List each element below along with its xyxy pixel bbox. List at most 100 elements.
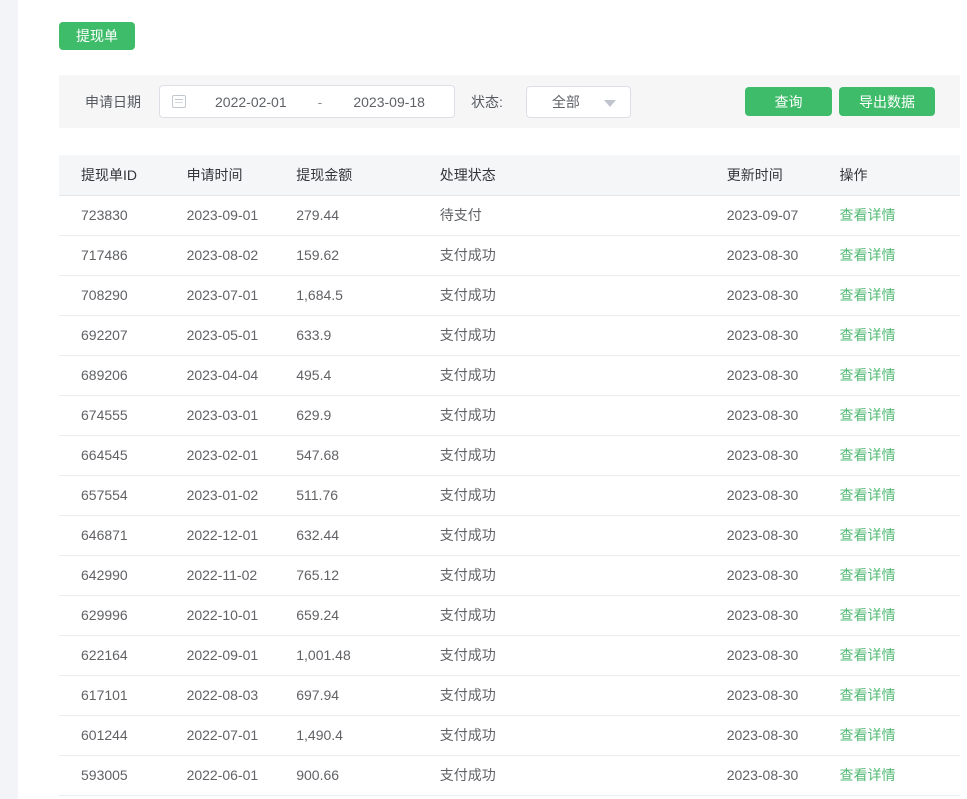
update-time-cell: 2023-08-30 — [705, 395, 818, 435]
table-row: 6299962022-10-01659.24支付成功2023-08-30查看详情 — [59, 595, 960, 635]
update-time-cell: 2023-08-30 — [705, 435, 818, 475]
withdraw-id-cell: 622164 — [59, 635, 165, 675]
table-row: 6892062023-04-04495.4支付成功2023-08-30查看详情 — [59, 355, 960, 395]
status-cell: 支付成功 — [418, 515, 705, 555]
apply-time-cell: 2023-05-01 — [165, 315, 275, 355]
apply-time-cell: 2023-02-01 — [165, 435, 275, 475]
withdraw-id-cell: 629996 — [59, 595, 165, 635]
table-body: 7238302023-09-01279.44待支付2023-09-07查看详情7… — [59, 195, 960, 795]
view-details-link[interactable]: 查看详情 — [839, 687, 895, 703]
query-button[interactable]: 查询 — [745, 87, 832, 116]
amount-cell: 279.44 — [274, 195, 418, 235]
status-cell: 支付成功 — [418, 395, 705, 435]
view-details-link[interactable]: 查看详情 — [839, 767, 895, 783]
table-row: 6468712022-12-01632.44支付成功2023-08-30查看详情 — [59, 515, 960, 555]
amount-cell: 547.68 — [274, 435, 418, 475]
amount-cell: 632.44 — [274, 515, 418, 555]
withdraw-id-cell: 646871 — [59, 515, 165, 555]
date-range-picker[interactable]: 2022-02-01 - 2023-09-18 — [159, 85, 455, 118]
table-row: 7238302023-09-01279.44待支付2023-09-07查看详情 — [59, 195, 960, 235]
view-details-link[interactable]: 查看详情 — [839, 207, 895, 223]
apply-time-cell: 2022-09-01 — [165, 635, 275, 675]
update-time-cell: 2023-09-07 — [705, 195, 818, 235]
apply-time-cell: 2023-08-02 — [165, 235, 275, 275]
view-details-link[interactable]: 查看详情 — [839, 327, 895, 343]
status-cell: 支付成功 — [418, 675, 705, 715]
view-details-link[interactable]: 查看详情 — [839, 367, 895, 383]
withdraw-id-cell: 601244 — [59, 715, 165, 755]
status-selected-value: 全部 — [527, 92, 580, 112]
table-row: 6171012022-08-03697.94支付成功2023-08-30查看详情 — [59, 675, 960, 715]
amount-cell: 159.62 — [274, 235, 418, 275]
table-row: 6012442022-07-011,490.4支付成功2023-08-30查看详… — [59, 715, 960, 755]
update-time-cell: 2023-08-30 — [705, 635, 818, 675]
view-details-link[interactable]: 查看详情 — [839, 487, 895, 503]
status-cell: 支付成功 — [418, 595, 705, 635]
withdraw-id-cell: 657554 — [59, 475, 165, 515]
withdraw-id-cell: 717486 — [59, 235, 165, 275]
calendar-icon — [172, 95, 186, 108]
amount-cell: 1,001.48 — [274, 635, 418, 675]
action-cell: 查看详情 — [817, 515, 960, 555]
withdraw-id-cell: 593005 — [59, 755, 165, 795]
action-cell: 查看详情 — [817, 275, 960, 315]
amount-cell: 511.76 — [274, 475, 418, 515]
view-details-link[interactable]: 查看详情 — [839, 407, 895, 423]
status-cell: 待支付 — [418, 195, 705, 235]
apply-time-cell: 2023-07-01 — [165, 275, 275, 315]
caret-down-icon — [604, 100, 616, 107]
page-left-gutter — [0, 0, 18, 799]
action-cell: 查看详情 — [817, 715, 960, 755]
action-cell: 查看详情 — [817, 755, 960, 795]
update-time-cell: 2023-08-30 — [705, 755, 818, 795]
status-cell: 支付成功 — [418, 555, 705, 595]
view-details-link[interactable]: 查看详情 — [839, 527, 895, 543]
amount-cell: 1,490.4 — [274, 715, 418, 755]
view-details-link[interactable]: 查看详情 — [839, 567, 895, 583]
date-range-separator: - — [316, 94, 325, 110]
table-row: 6745552023-03-01629.9支付成功2023-08-30查看详情 — [59, 395, 960, 435]
table-row: 7174862023-08-02159.62支付成功2023-08-30查看详情 — [59, 235, 960, 275]
table-row: 6429902022-11-02765.12支付成功2023-08-30查看详情 — [59, 555, 960, 595]
action-cell: 查看详情 — [817, 555, 960, 595]
apply-time-cell: 2023-01-02 — [165, 475, 275, 515]
apply-date-label: 申请日期 — [85, 92, 141, 112]
action-cell: 查看详情 — [817, 435, 960, 475]
action-cell: 查看详情 — [817, 675, 960, 715]
update-time-cell: 2023-08-30 — [705, 315, 818, 355]
column-header: 处理状态 — [418, 155, 705, 195]
export-data-button[interactable]: 导出数据 — [839, 87, 935, 116]
action-cell: 查看详情 — [817, 355, 960, 395]
date-start-value[interactable]: 2022-02-01 — [186, 94, 316, 110]
action-cell: 查看详情 — [817, 395, 960, 435]
action-cell: 查看详情 — [817, 595, 960, 635]
amount-cell: 629.9 — [274, 395, 418, 435]
view-details-link[interactable]: 查看详情 — [839, 727, 895, 743]
status-select[interactable]: 全部 — [526, 86, 631, 118]
tab-withdrawal-orders[interactable]: 提现单 — [59, 22, 135, 50]
status-cell: 支付成功 — [418, 275, 705, 315]
status-cell: 支付成功 — [418, 235, 705, 275]
column-header: 操作 — [817, 155, 960, 195]
apply-time-cell: 2022-06-01 — [165, 755, 275, 795]
view-details-link[interactable]: 查看详情 — [839, 447, 895, 463]
withdraw-id-cell: 674555 — [59, 395, 165, 435]
amount-cell: 495.4 — [274, 355, 418, 395]
table-row: 6221642022-09-011,001.48支付成功2023-08-30查看… — [59, 635, 960, 675]
view-details-link[interactable]: 查看详情 — [839, 647, 895, 663]
withdraw-id-cell: 692207 — [59, 315, 165, 355]
action-cell: 查看详情 — [817, 195, 960, 235]
column-header: 提现金额 — [274, 155, 418, 195]
withdraw-id-cell: 617101 — [59, 675, 165, 715]
view-details-link[interactable]: 查看详情 — [839, 287, 895, 303]
main-content: 提现单 申请日期 2022-02-01 - 2023-09-18 状态: 全部 … — [59, 0, 960, 796]
column-header: 提现单ID — [59, 155, 165, 195]
withdraw-id-cell: 723830 — [59, 195, 165, 235]
table-row: 7082902023-07-011,684.5支付成功2023-08-30查看详… — [59, 275, 960, 315]
withdraw-id-cell: 689206 — [59, 355, 165, 395]
column-header: 更新时间 — [705, 155, 818, 195]
view-details-link[interactable]: 查看详情 — [839, 607, 895, 623]
date-end-value[interactable]: 2023-09-18 — [324, 94, 454, 110]
amount-cell: 765.12 — [274, 555, 418, 595]
view-details-link[interactable]: 查看详情 — [839, 247, 895, 263]
